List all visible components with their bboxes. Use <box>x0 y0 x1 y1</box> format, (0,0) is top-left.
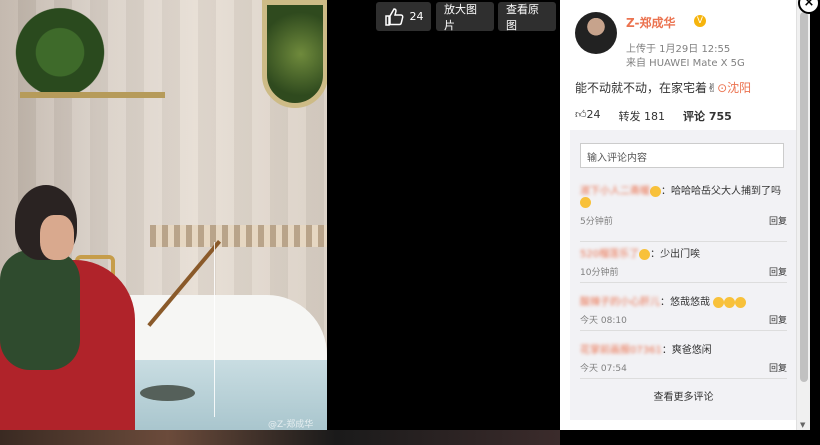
comment-input[interactable]: 输入评论内容 <box>580 143 784 168</box>
comment-user[interactable]: 酸辣子的小心肝儿 <box>580 297 660 308</box>
comment-section: 输入评论内容 淑下小人二斋暖 ：哈哈哈岳父大人捕到了吗 5分钟前 回复 520榴莲乐… <box>570 130 797 420</box>
avatar[interactable] <box>575 12 617 54</box>
view-original-button[interactable]: 查看原图 <box>498 2 556 32</box>
post-source[interactable]: 来自 HUAWEI Mate X 5G <box>626 54 745 69</box>
comment-time: 5分钟前 <box>580 216 613 227</box>
wave-emoji-icon <box>735 296 747 308</box>
repost-button[interactable]: 转发 181 <box>619 108 666 124</box>
username[interactable]: Z-郑成华 <box>626 14 675 31</box>
comment-text: ：哈哈哈岳父大人捕到了吗 <box>661 186 781 197</box>
main-photo[interactable]: @Z-郑成华 <box>0 0 327 430</box>
comment-time: 今天 07:54 <box>580 364 627 374</box>
comment-text: ：少出门唉 <box>650 249 701 260</box>
post-actions: 👍︎24 转发 181 评论 755 <box>575 108 800 124</box>
mirror <box>262 0 327 108</box>
comment-time: 今天 08:10 <box>580 316 627 326</box>
tile-band <box>150 225 327 247</box>
upload-time: 上传于 1月29日 12:55 <box>626 44 731 55</box>
post-body: 能不动就不动，在家宅着 <box>575 81 708 95</box>
reply-button[interactable]: 回复 <box>769 313 787 326</box>
post-text: 能不动就不动，在家宅着✌⊙沈阳 <box>575 79 751 96</box>
cat-emoji-icon <box>580 197 591 208</box>
wave-emoji-icon <box>713 296 725 308</box>
scrollbar-thumb[interactable] <box>800 12 808 382</box>
thumbnail-strip <box>0 430 560 445</box>
panel-scrollbar[interactable]: ▲ ▼ <box>796 0 810 430</box>
comment-item: 淑下小人二斋暖 ：哈哈哈岳父大人捕到了吗 5分钟前 回复 <box>580 182 787 242</box>
like-button[interactable]: 24 <box>376 2 431 31</box>
victory-emoji-icon: ✌ <box>707 81 718 95</box>
thumbs-up-icon <box>384 7 404 26</box>
smile-emoji-icon <box>650 185 661 197</box>
more-comments-link[interactable]: 查看更多评论 <box>570 388 797 403</box>
fish <box>140 385 195 401</box>
reply-button[interactable]: 回复 <box>769 265 787 278</box>
comment-text: ：爽爸悠闲 <box>661 345 712 356</box>
photo-watermark: @Z-郑成华 <box>268 420 314 430</box>
person-sleeve <box>0 250 80 370</box>
comment-user[interactable]: 520榴莲乐了 <box>580 249 639 260</box>
thumbs-up-icon: 👍︎ <box>575 108 587 121</box>
wave-emoji-icon <box>724 296 736 308</box>
comment-time: 10分钟前 <box>580 268 619 278</box>
comment-item: 酸辣子的小心肝儿：悠哉悠哉 今天 08:10 回复 <box>580 293 787 331</box>
verified-icon: V <box>694 15 706 27</box>
smile-emoji-icon <box>639 248 651 260</box>
like-count: 24 <box>409 10 424 23</box>
comment-item: 花掌前画报07361：爽爸悠闲 今天 07:54 回复 <box>580 341 787 379</box>
post-panel: Z-郑成华 V 上传于 1月29日 12:55 来自 HUAWEI Mate X… <box>560 0 810 430</box>
shelf <box>20 92 165 98</box>
comment-text: ：悠哉悠哉 <box>660 297 710 308</box>
comment-user[interactable]: 花掌前画报07361 <box>580 345 662 356</box>
photo-viewer: @Z-郑成华 24 放大图片 查看原图 Z-郑成华 V 上传于 1月29日 12… <box>0 0 820 445</box>
reply-button[interactable]: 回复 <box>769 214 787 227</box>
comment-user[interactable]: 淑下小人二斋暖 <box>580 186 650 197</box>
post-like-count: 24 <box>586 108 601 121</box>
scroll-down-arrow-icon[interactable]: ▼ <box>800 421 805 429</box>
plant <box>0 0 120 95</box>
post-like-button[interactable]: 👍︎24 <box>575 108 601 124</box>
location-pin-icon: ⊙ <box>717 81 728 95</box>
comment-button[interactable]: 评论 755 <box>683 108 732 124</box>
comment-item: 520榴莲乐了 ：少出门唉 10分钟前 回复 <box>580 245 787 283</box>
fishing-line <box>214 242 215 417</box>
person-face <box>40 215 74 260</box>
location-link[interactable]: 沈阳 <box>727 81 751 95</box>
reply-button[interactable]: 回复 <box>769 361 787 374</box>
zoom-image-button[interactable]: 放大图片 <box>436 2 494 32</box>
